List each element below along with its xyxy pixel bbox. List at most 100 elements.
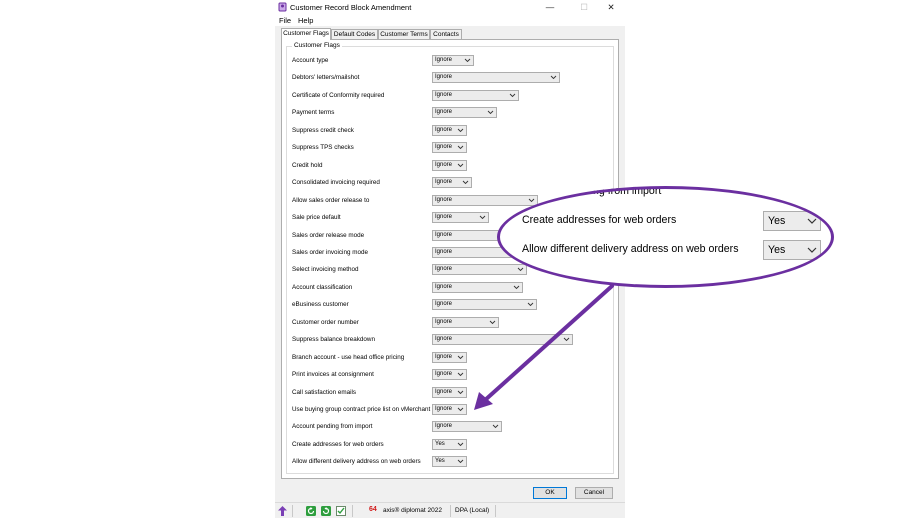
- flag-row: Create addresses for web orders Yes: [287, 438, 615, 453]
- tab-default-codes[interactable]: Default Codes: [331, 29, 378, 39]
- maximize-button[interactable]: ☐: [577, 2, 591, 13]
- flag-dropdown[interactable]: Ignore: [432, 142, 467, 154]
- database-name: DPA (Local): [455, 507, 490, 514]
- menu-file[interactable]: File: [279, 16, 291, 26]
- callout-partial-combo: [763, 186, 821, 196]
- flag-label: Allow different delivery address on web …: [292, 458, 421, 466]
- flag-label: Create addresses for web orders: [292, 440, 384, 448]
- flag-row: Print invoices at consignment Ignore: [287, 369, 615, 383]
- status-separator: [352, 505, 353, 517]
- tab-customer-terms[interactable]: Customer Terms: [378, 29, 430, 39]
- flag-label: eBusiness customer: [292, 301, 349, 309]
- flag-dropdown-value: Ignore: [435, 318, 453, 325]
- flag-label: Use buying group contract price list on …: [292, 406, 431, 413]
- chevron-down-icon: [457, 128, 464, 132]
- flag-label: Account pending from import: [292, 423, 373, 431]
- bitness-badge: 64: [369, 506, 377, 513]
- flag-row: Account type Ignore: [287, 55, 615, 69]
- flag-dropdown[interactable]: Ignore: [432, 124, 467, 136]
- flag-dropdown[interactable]: Ignore: [432, 316, 499, 328]
- flag-dropdown-value: Ignore: [435, 423, 453, 430]
- flag-dropdown-value: Ignore: [435, 91, 453, 98]
- flag-dropdown[interactable]: Ignore: [432, 299, 537, 311]
- refresh-icon[interactable]: [306, 506, 316, 516]
- callout-ring: [497, 186, 834, 288]
- flag-dropdown[interactable]: Ignore: [432, 404, 467, 415]
- flag-row: Branch account - use head office pricing…: [287, 351, 615, 366]
- flag-dropdown-value: Ignore: [435, 406, 453, 412]
- chevron-down-icon: [563, 337, 570, 342]
- status-separator: [292, 505, 293, 517]
- flag-dropdown[interactable]: Ignore: [432, 351, 467, 363]
- flag-row: Suppress balance breakdown Ignore: [287, 334, 615, 348]
- flag-label: Sales order invoicing mode: [292, 248, 368, 256]
- flag-dropdown-value: Ignore: [435, 161, 453, 168]
- flag-row: Call satisfaction emails Ignore: [287, 386, 615, 401]
- flag-row: Use buying group contract price list on …: [287, 404, 615, 418]
- flag-dropdown[interactable]: Ignore: [432, 159, 467, 171]
- flag-dropdown[interactable]: Ignore: [432, 89, 519, 101]
- refresh-alt-icon[interactable]: [321, 506, 331, 516]
- chevron-down-icon: [457, 355, 464, 359]
- chevron-down-icon: [457, 390, 464, 394]
- flag-dropdown[interactable]: Ignore: [432, 369, 467, 381]
- up-arrow-icon[interactable]: [278, 506, 287, 516]
- status-separator: [495, 505, 496, 517]
- flag-dropdown-value: Ignore: [435, 179, 453, 186]
- tab-contacts[interactable]: Contacts: [430, 29, 462, 39]
- flag-label: Suppress credit check: [292, 126, 354, 134]
- flag-dropdown-value: Ignore: [435, 126, 453, 133]
- flag-dropdown-value: Yes: [435, 440, 445, 447]
- flag-row: Suppress credit check Ignore: [287, 124, 615, 139]
- chevron-down-icon: [550, 76, 557, 80]
- flag-dropdown-value: Ignore: [435, 248, 453, 255]
- flag-dropdown[interactable]: Ignore: [432, 334, 573, 346]
- flag-label: Call satisfaction emails: [292, 388, 357, 396]
- flag-dropdown[interactable]: Ignore: [432, 386, 467, 398]
- flag-row: Allow different delivery address on web …: [287, 456, 615, 470]
- flag-dropdown-value: Ignore: [435, 109, 453, 116]
- flag-label: Select invoicing method: [292, 266, 359, 274]
- status-bar: 64 axis® diplomat 2022 DPA (Local): [275, 502, 625, 518]
- flag-row: Credit hold Ignore: [287, 159, 615, 174]
- menu-help[interactable]: Help: [298, 16, 313, 26]
- flag-row: Payment terms Ignore: [287, 107, 615, 121]
- flag-dropdown-value: Ignore: [435, 231, 453, 238]
- cancel-button[interactable]: Cancel: [575, 487, 613, 499]
- flag-label: Payment terms: [292, 109, 335, 117]
- minimize-button[interactable]: —: [543, 2, 557, 13]
- flag-dropdown[interactable]: Ignore: [432, 55, 474, 66]
- flag-dropdown[interactable]: Ignore: [432, 421, 502, 433]
- close-button[interactable]: ✕: [604, 2, 618, 13]
- chevron-down-icon: [492, 425, 499, 429]
- group-title: Customer Flags: [292, 42, 342, 49]
- flag-dropdown-value: Ignore: [435, 196, 453, 203]
- flag-dropdown[interactable]: Ignore: [432, 107, 497, 119]
- flag-dropdown[interactable]: Yes: [432, 438, 467, 450]
- flag-dropdown[interactable]: Ignore: [432, 212, 489, 224]
- flag-dropdown-value: Ignore: [435, 266, 453, 273]
- checklist-icon[interactable]: [336, 506, 346, 516]
- chevron-down-icon: [457, 372, 464, 377]
- flag-dropdown[interactable]: Yes: [432, 456, 467, 468]
- flag-dropdown[interactable]: Ignore: [432, 72, 560, 84]
- flag-row: Certificate of Conformity required Ignore: [287, 89, 615, 104]
- chevron-down-icon: [487, 111, 494, 115]
- chevron-down-icon: [464, 58, 471, 63]
- title-bar: Customer Record Block Amendment — ☐ ✕: [275, 0, 625, 16]
- flag-label: Certificate of Conformity required: [292, 91, 385, 99]
- flag-label: Credit hold: [292, 161, 323, 169]
- flag-label: Sales order release mode: [292, 231, 365, 239]
- flag-row: eBusiness customer Ignore: [287, 299, 615, 313]
- flag-row: Account pending from import Ignore: [287, 421, 615, 435]
- product-version: axis® diplomat 2022: [383, 507, 442, 514]
- app-icon: [278, 2, 287, 12]
- chevron-down-icon: [457, 407, 464, 412]
- window-title: Customer Record Block Amendment: [290, 3, 412, 12]
- flag-dropdown-value: Ignore: [435, 353, 453, 360]
- flag-label: Print invoices at consignment: [292, 371, 374, 379]
- chevron-down-icon: [457, 163, 464, 167]
- flag-dropdown[interactable]: Ignore: [432, 177, 472, 189]
- ok-button[interactable]: OK: [533, 487, 567, 499]
- tab-customer-flags[interactable]: Customer Flags: [281, 28, 331, 40]
